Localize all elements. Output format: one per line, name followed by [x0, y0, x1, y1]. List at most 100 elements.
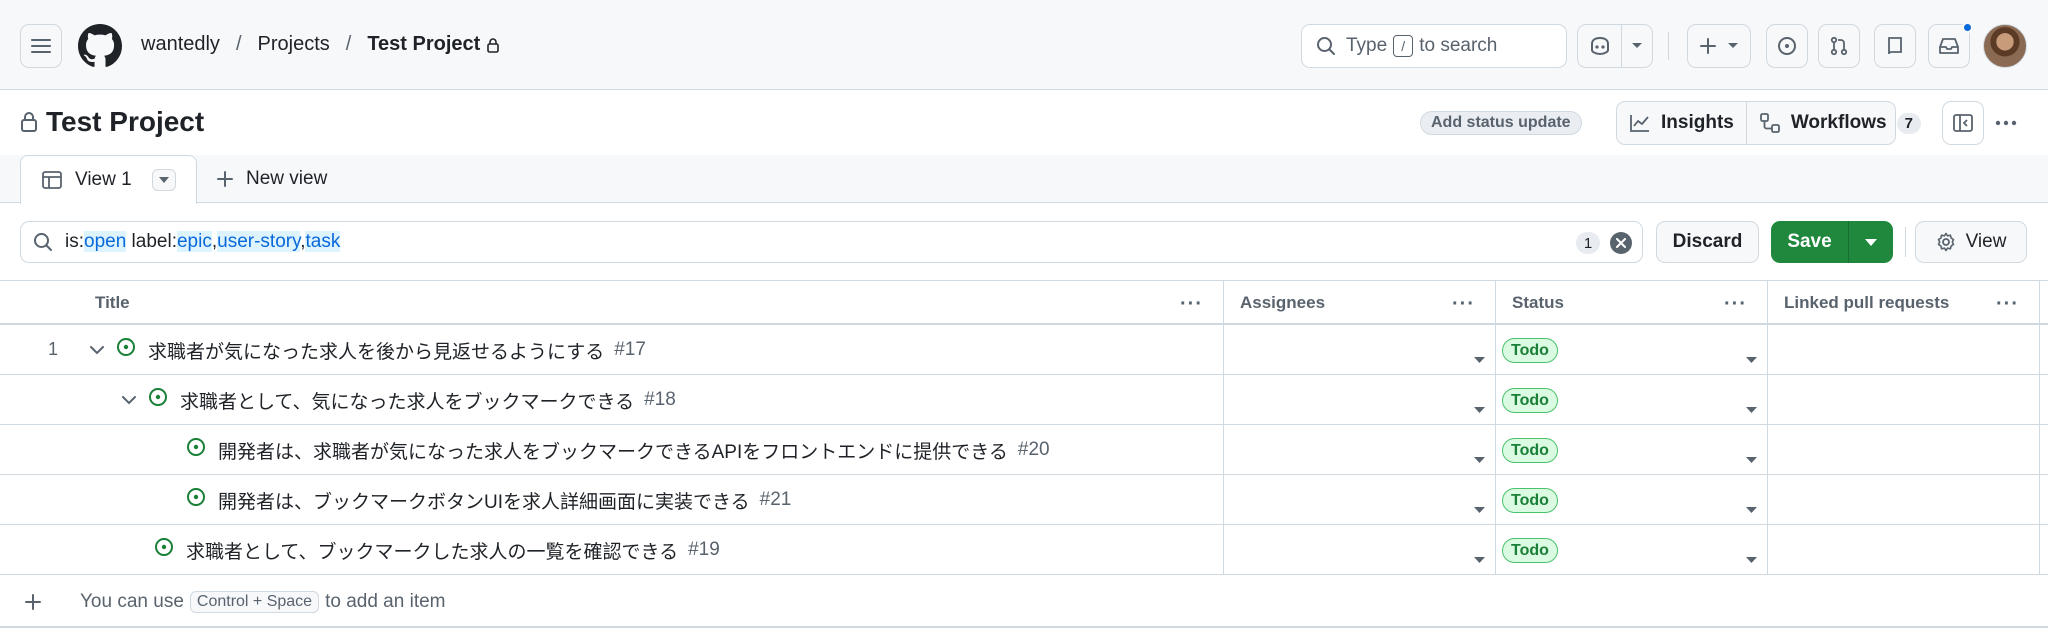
- column-menu-icon[interactable]: ···: [1180, 293, 1203, 316]
- add-status-update-button[interactable]: Add status update: [1420, 111, 1582, 135]
- table-row[interactable]: 開発者は、ブックマークボタンUIを求人詳細画面に実装できる #21 Todo: [0, 475, 2048, 525]
- issue-title-link[interactable]: 求職者として、ブックマークした求人の一覧を確認できる: [186, 537, 678, 564]
- issue-status-indicator: [148, 387, 168, 413]
- tab-label: View 1: [75, 169, 132, 190]
- linked-pull-requests-cell[interactable]: [1768, 325, 2040, 375]
- insights-button[interactable]: Insights: [1617, 102, 1746, 144]
- status-cell[interactable]: Todo: [1496, 525, 1768, 575]
- avatar[interactable]: [1983, 24, 2027, 68]
- title-cell[interactable]: 求職者として、気になった求人をブックマークできる #18: [0, 375, 1224, 425]
- assignees-cell[interactable]: [1224, 425, 1496, 475]
- expand-toggle[interactable]: [122, 389, 136, 411]
- column-header-label: Linked pull requests: [1784, 292, 1950, 312]
- view-options-button[interactable]: View: [1915, 221, 2027, 263]
- new-view-button[interactable]: New view: [216, 168, 327, 190]
- status-cell[interactable]: Todo: [1496, 375, 1768, 425]
- inbox-icon: [1939, 38, 1959, 54]
- issue-number: #21: [759, 489, 792, 510]
- assignees-dropdown[interactable]: [1474, 497, 1485, 519]
- discard-button[interactable]: Discard: [1656, 221, 1759, 263]
- chevron-down-icon[interactable]: [122, 395, 136, 405]
- table-row[interactable]: 1 求職者が気になった求人を後から見返せるようにする #17 Todo: [0, 325, 2048, 375]
- issue-title-link[interactable]: 求職者が気になった求人を後から見返せるようにする: [148, 337, 604, 364]
- kebab-horizontal-icon: [1995, 120, 2017, 126]
- chevron-down-icon[interactable]: [90, 345, 104, 355]
- create-new-button[interactable]: [1687, 24, 1751, 68]
- insights-label: Insights: [1661, 112, 1734, 133]
- status-dropdown[interactable]: [1746, 447, 1757, 469]
- assignees-cell[interactable]: [1224, 475, 1496, 525]
- breadcrumb-projects[interactable]: Projects: [258, 33, 330, 56]
- tab-options-button[interactable]: [151, 169, 176, 191]
- assignees-dropdown[interactable]: [1474, 447, 1485, 469]
- column-header-title[interactable]: Title ···: [0, 281, 1224, 324]
- assignees-dropdown[interactable]: [1474, 347, 1485, 369]
- title-cell[interactable]: 開発者は、求職者が気になった求人をブックマークできるAPIをフロントエンドに提供…: [0, 425, 1224, 475]
- copilot-menu-button[interactable]: [1622, 25, 1652, 67]
- status-dropdown[interactable]: [1746, 397, 1757, 419]
- breadcrumb: wantedly / Projects / Test Project: [141, 33, 500, 56]
- menu-button[interactable]: [20, 24, 62, 68]
- tab-view-1[interactable]: View 1: [20, 155, 197, 204]
- issue-title-link[interactable]: 開発者は、求職者が気になった求人をブックマークできるAPIをフロントエンドに提供…: [218, 437, 1008, 464]
- triangle-down-icon: [1474, 507, 1485, 513]
- github-logo-icon[interactable]: [78, 24, 122, 68]
- linked-pull-requests-cell[interactable]: [1768, 475, 2040, 525]
- title-cell[interactable]: 求職者として、ブックマークした求人の一覧を確認できる #19: [0, 525, 1224, 575]
- column-header-linked-pull-requests[interactable]: Linked pull requests ···: [1768, 281, 2040, 324]
- expand-toggle[interactable]: [90, 339, 104, 361]
- assignees-cell[interactable]: [1224, 375, 1496, 425]
- column-header-status[interactable]: Status ···: [1496, 281, 1768, 324]
- repositories-button[interactable]: [1874, 24, 1916, 68]
- table-row[interactable]: 求職者として、ブックマークした求人の一覧を確認できる #19 Todo: [0, 525, 2048, 575]
- assignees-dropdown[interactable]: [1474, 397, 1485, 419]
- save-button[interactable]: Save: [1771, 221, 1849, 263]
- breadcrumb-owner[interactable]: wantedly: [141, 33, 220, 56]
- workflows-button[interactable]: Workflows 7: [1745, 102, 1933, 144]
- header-divider: [1668, 32, 1669, 60]
- clear-filter-button[interactable]: [1610, 232, 1632, 254]
- column-header-label: Status: [1512, 292, 1564, 312]
- status-cell[interactable]: Todo: [1496, 475, 1768, 525]
- status-dropdown[interactable]: [1746, 347, 1757, 369]
- workflow-icon: [1759, 113, 1780, 133]
- issues-button[interactable]: [1766, 24, 1808, 68]
- status-cell[interactable]: Todo: [1496, 425, 1768, 475]
- assignees-cell[interactable]: [1224, 325, 1496, 375]
- linked-pull-requests-cell[interactable]: [1768, 375, 2040, 425]
- title-cell[interactable]: 1 求職者が気になった求人を後から見返せるようにする #17: [0, 325, 1224, 375]
- workflows-count-badge: 7: [1896, 112, 1921, 134]
- pull-requests-button[interactable]: [1818, 24, 1860, 68]
- issue-status-indicator: [154, 537, 174, 563]
- status-cell[interactable]: Todo: [1496, 325, 1768, 375]
- issue-opened-icon: [187, 438, 205, 456]
- status-badge: Todo: [1502, 338, 1558, 363]
- save-options-button[interactable]: [1849, 221, 1893, 263]
- copilot-button[interactable]: [1578, 25, 1622, 67]
- issue-title-link[interactable]: 開発者は、ブックマークボタンUIを求人詳細画面に実装できる: [218, 487, 750, 514]
- issue-title-link[interactable]: 求職者として、気になった求人をブックマークできる: [180, 387, 634, 414]
- table-row[interactable]: 求職者として、気になった求人をブックマークできる #18 Todo: [0, 375, 2048, 425]
- column-header-assignees[interactable]: Assignees ···: [1224, 281, 1496, 324]
- triangle-down-icon: [1746, 407, 1757, 413]
- linked-pull-requests-cell[interactable]: [1768, 425, 2040, 475]
- search-icon: [34, 233, 52, 251]
- search-input[interactable]: Type / to search: [1301, 24, 1567, 68]
- add-item-row[interactable]: You can use Control + Space to add an it…: [0, 578, 2048, 628]
- status-dropdown[interactable]: [1746, 497, 1757, 519]
- filter-input[interactable]: is:open label:epic,user-story,task 1: [20, 221, 1643, 263]
- triangle-down-icon: [1474, 407, 1485, 413]
- assignees-dropdown[interactable]: [1474, 547, 1485, 569]
- assignees-cell[interactable]: [1224, 525, 1496, 575]
- toggle-side-panel-button[interactable]: [1942, 101, 1984, 145]
- column-menu-icon[interactable]: ···: [1452, 293, 1475, 316]
- column-menu-icon[interactable]: ···: [1996, 293, 2019, 316]
- title-cell[interactable]: 開発者は、ブックマークボタンUIを求人詳細画面に実装できる #21: [0, 475, 1224, 525]
- table-row[interactable]: 開発者は、求職者が気になった求人をブックマークできるAPIをフロントエンドに提供…: [0, 425, 2048, 475]
- more-options-button[interactable]: [1985, 101, 2027, 145]
- breadcrumb-project[interactable]: Test Project: [367, 33, 480, 56]
- status-dropdown[interactable]: [1746, 547, 1757, 569]
- linked-pull-requests-cell[interactable]: [1768, 525, 2040, 575]
- search-shortcut-key: /: [1393, 35, 1414, 57]
- column-menu-icon[interactable]: ···: [1724, 293, 1747, 316]
